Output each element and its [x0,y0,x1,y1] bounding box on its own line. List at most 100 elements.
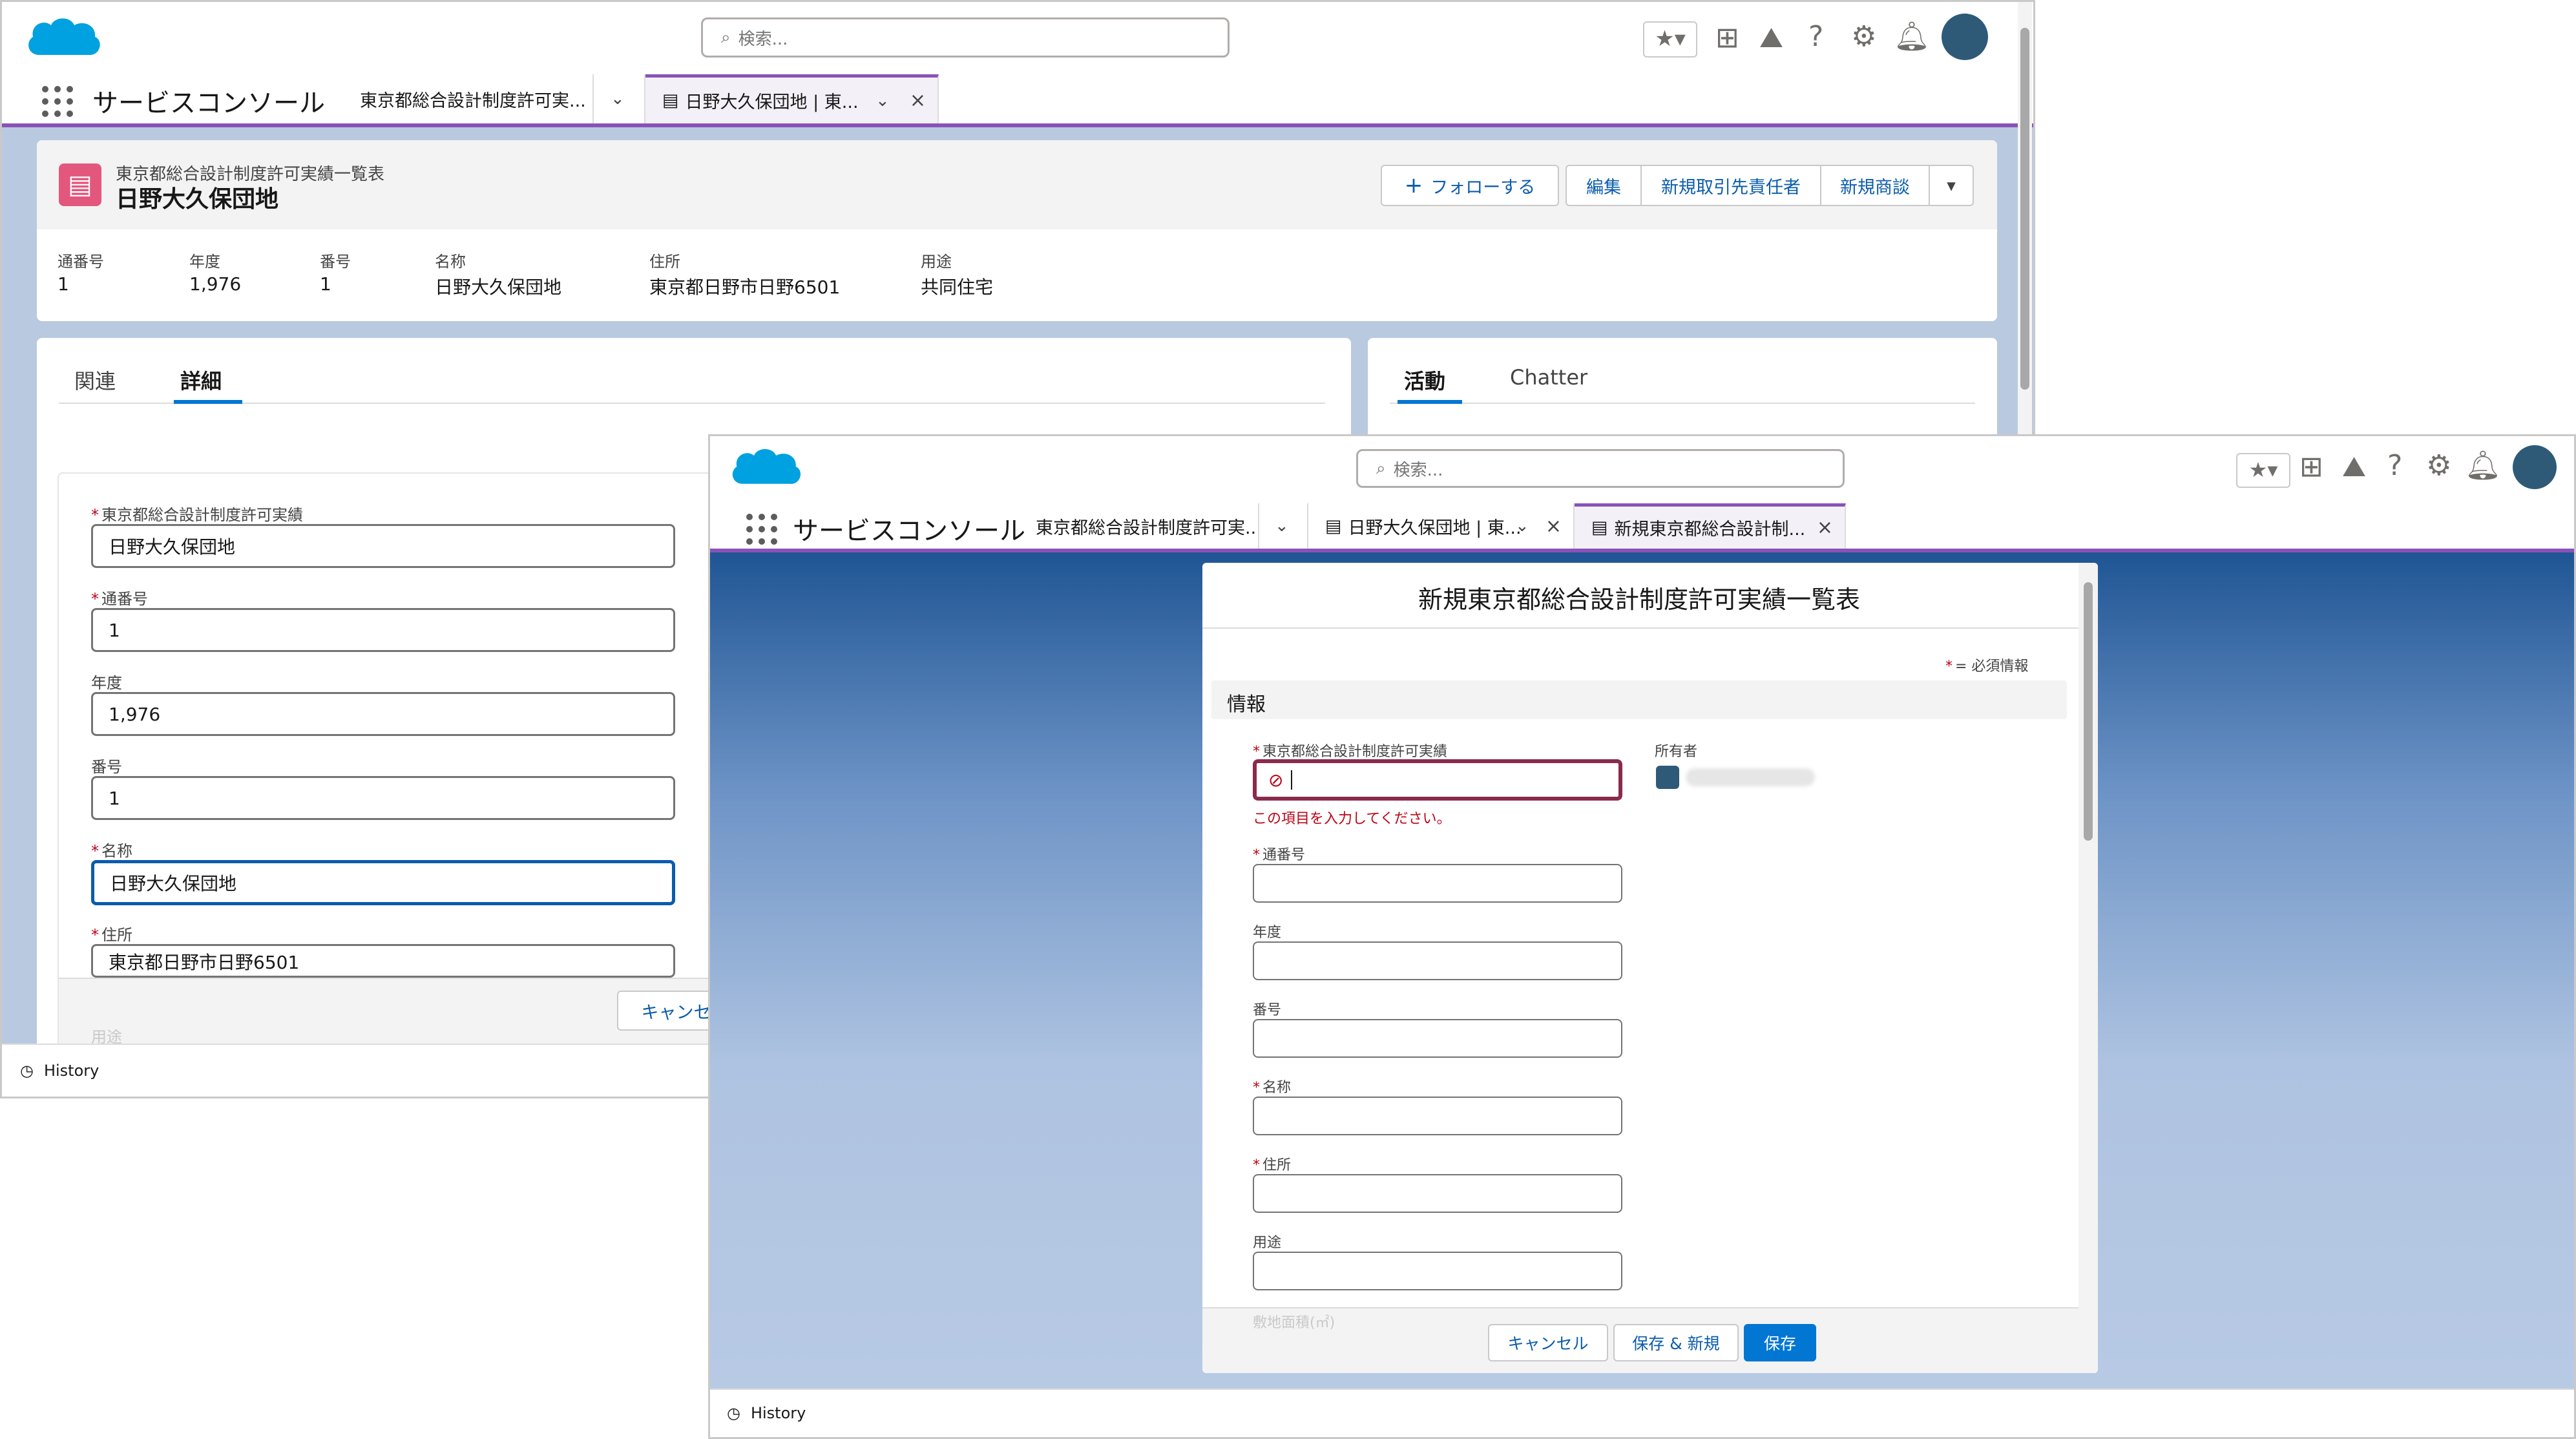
form-label: 番号 [91,758,122,776]
record-tab-icon: ▤ [1325,516,1342,536]
front-utility-bar: ◷ History [710,1389,2574,1437]
save-and-new-button[interactable]: 保存 & 新規 [1613,1324,1739,1361]
modal-scrollbar[interactable] [2079,563,2098,1373]
front-tab-record[interactable]: ▤ 日野大久保団地 | 東... ⌄ × [1308,503,1575,549]
back-tab-list[interactable]: 東京都総合設計制度許可実... [343,74,594,123]
chevron-down-icon: ⌄ [611,89,625,109]
search-icon: ⌕ [721,27,731,47]
tab-underline [1390,403,1975,404]
chevron-down-icon[interactable]: ⌄ [1515,516,1529,536]
history-button[interactable]: ◷ History [20,1062,99,1080]
close-tab-icon[interactable]: × [1545,515,1562,538]
notification-bell-icon[interactable]: 🔔︎ [1894,23,1930,51]
front-search-input[interactable]: ⌕ 検索... [1356,449,1845,488]
usage-field[interactable] [1253,1252,1622,1290]
clock-icon: ◷ [727,1404,740,1422]
favorites-star-icon[interactable]: ★▾ [1643,21,1697,58]
trailhead-icon[interactable]: ⛰ [2342,453,2366,481]
back-search-input[interactable]: ⌕ 検索... [701,17,1230,58]
modal-title: 新規東京都総合設計制度許可実績一覧表 [1418,585,1860,614]
history-label: History [750,1404,806,1422]
trailhead-icon[interactable]: ⛰ [1759,24,1783,52]
follow-button[interactable]: + フォローする [1381,165,1559,206]
serial-number-field[interactable] [1253,864,1622,903]
favorites-star-icon[interactable]: ★▾ [2236,453,2290,488]
help-icon[interactable]: ? [1808,23,1823,51]
setup-gear-icon[interactable]: ⚙ [2426,452,2451,480]
chevron-down-icon: ▾ [1947,175,1956,196]
app-launcher-icon[interactable] [746,514,777,545]
history-button[interactable]: ◷ History [727,1404,806,1422]
global-add-icon[interactable]: ⊞ [1715,24,1739,52]
front-tab-list[interactable]: 東京都総合設計制度許可実... [1019,503,1259,549]
front-top-bar: ⌕ 検索... ★▾ ⊞ ⛰ ? ⚙ 🔔︎ [710,436,2574,505]
required-legend: * = 必須情報 [1945,658,2029,675]
active-tab-indicator [1398,400,1462,404]
record-tab-icon: ▤ [662,90,679,110]
highlight-label: 住所 [649,253,680,271]
scroll-thumb[interactable] [2084,582,2093,841]
section-header[interactable]: 情報 [1211,680,2067,719]
save-button[interactable]: 保存 [1744,1324,1816,1361]
tab-activity[interactable]: 活動 [1404,365,1445,395]
new-contact-button[interactable]: 新規取引先責任者 [1640,165,1821,206]
notification-bell-icon[interactable]: 🔔︎ [2465,452,2501,480]
highlight-value: 東京都日野市日野6501 [649,277,841,298]
serial-number-field[interactable]: 1 [91,608,675,652]
name-field[interactable]: 日野大久保団地 [91,524,675,568]
highlight-value: 1,976 [189,273,242,295]
form-label: * 東京都総合設計制度許可実績 [1253,744,1448,760]
number-field[interactable]: 1 [91,776,675,820]
form-label: 年度 [1253,925,1282,941]
salesforce-cloud-logo [28,18,100,56]
active-tab-indicator [174,400,242,404]
tab-details[interactable]: 詳細 [180,365,222,395]
highlight-label: 通番号 [58,253,104,271]
close-tab-icon[interactable]: × [1817,516,1833,539]
new-opportunity-button[interactable]: 新規商談 [1820,165,1930,206]
address-field[interactable]: 東京都日野市日野6501 [91,944,675,978]
owner-label: 所有者 [1655,744,1698,760]
back-top-bar: ⌕ 検索... ★▾ ⊞ ⛰ ? ⚙ 🔔︎ [2,2,2033,76]
global-add-icon[interactable]: ⊞ [2299,453,2323,481]
tab-chatter[interactable]: Chatter [1510,365,1587,390]
back-nav-bar: サービスコンソール 東京都総合設計制度許可実... ⌄ ▤ 日野大久保団地 | … [2,74,2033,127]
record-tab-icon: ▤ [1591,518,1608,538]
year-field[interactable]: 1,976 [91,692,675,736]
front-tab-new-record[interactable]: ▤ 新規東京都総合設計制... × [1575,503,1846,549]
setup-gear-icon[interactable]: ⚙ [1851,23,1876,51]
highlight-label: 用途 [921,253,952,271]
more-actions-button[interactable]: ▾ [1929,165,1974,206]
close-tab-icon[interactable]: × [910,89,926,112]
form-label: * 名称 [91,842,132,860]
chevron-down-icon[interactable]: ⌄ [875,91,890,110]
address-field[interactable] [1253,1174,1622,1213]
back-tab-record[interactable]: ▤ 日野大久保団地 | 東... ⌄ × [645,74,939,123]
scroll-thumb[interactable] [2020,28,2029,390]
owner-avatar [1656,766,1679,789]
user-avatar[interactable] [1942,14,1988,60]
cancel-button[interactable]: キャンセル [1488,1324,1608,1361]
number-field[interactable] [1253,1019,1622,1058]
name-field-error[interactable]: ⊘ [1253,759,1622,801]
front-tab-overflow[interactable]: ⌄ [1259,503,1308,549]
search-icon: ⌕ [1376,458,1386,478]
title-field[interactable]: 日野大久保団地 [91,860,675,905]
year-field[interactable] [1253,941,1622,980]
back-tab-overflow[interactable]: ⌄ [594,74,645,123]
edit-form-panel: * 東京都総合設計制度許可実績 日野大久保団地 * 通番号 1 年度 1,976 番… [58,472,771,1097]
user-avatar[interactable] [2513,445,2557,489]
form-label: 敷地面積(㎡) [1253,1315,1335,1331]
form-label: 用途 [1253,1235,1282,1251]
tab-related[interactable]: 関連 [74,365,116,395]
highlight-value: 日野大久保団地 [435,277,562,298]
title-field[interactable] [1253,1097,1622,1135]
tab-label: 日野大久保団地 | 東... [685,92,859,112]
form-label: * 住所 [91,926,132,944]
highlight-label: 名称 [435,253,466,271]
app-launcher-icon[interactable] [42,86,73,117]
help-icon[interactable]: ? [2387,452,2402,480]
form-label: 年度 [91,674,122,692]
tab-underline [59,403,1325,404]
edit-button[interactable]: 編集 [1565,165,1642,206]
